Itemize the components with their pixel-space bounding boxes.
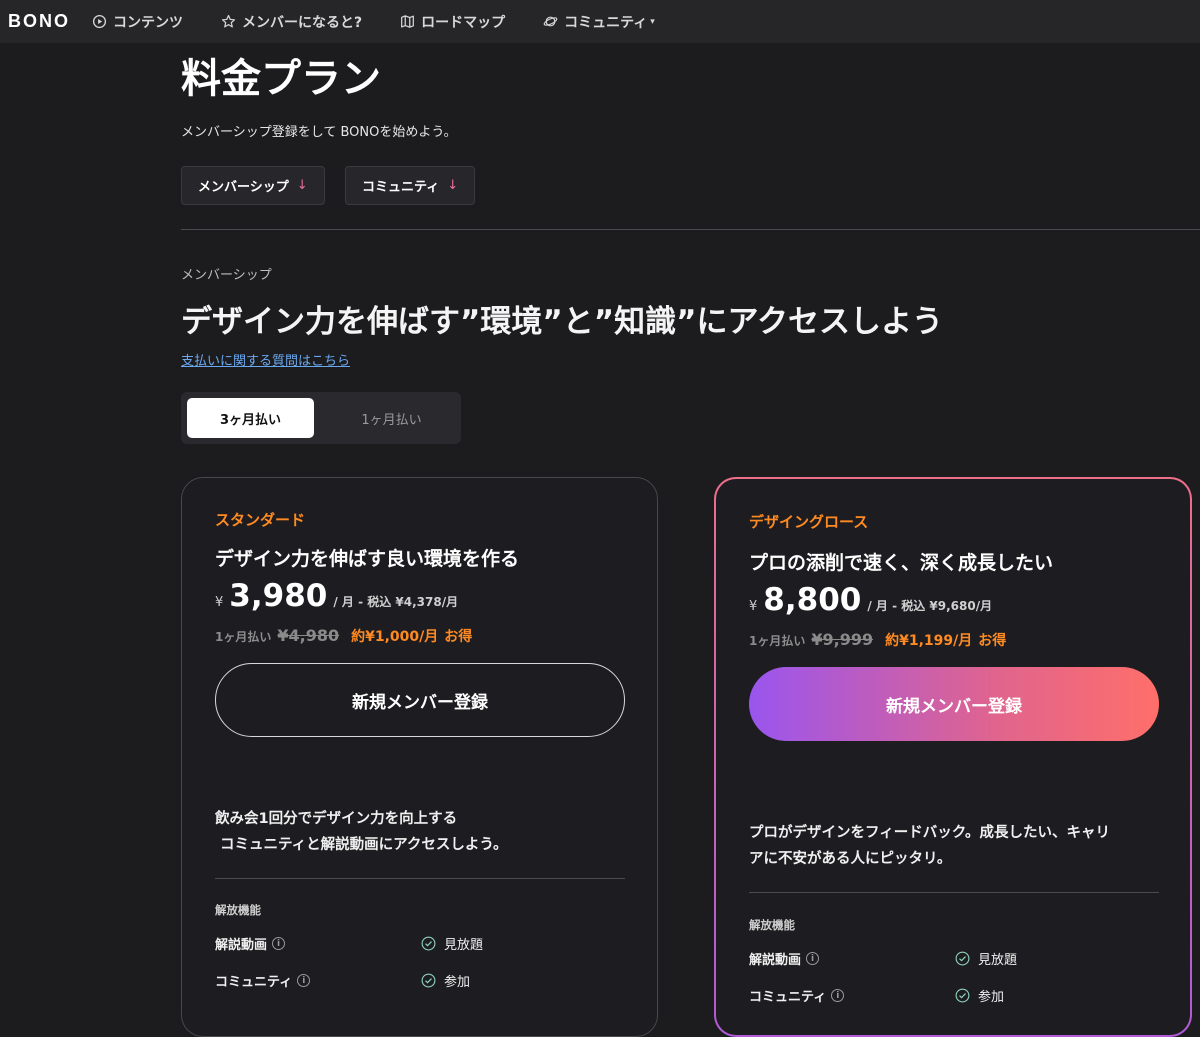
plan-name: デザイングロース <box>749 513 869 531</box>
check-circle-icon <box>955 951 970 966</box>
info-icon[interactable]: i <box>831 989 845 1002</box>
feature-name: コミュニティ <box>749 990 827 1005</box>
currency-symbol: ¥ <box>749 599 758 614</box>
plan-description: プロがデザインをフィードバック。成長したい、キャリ アに不安がある人にピッタリ。 <box>749 820 1169 872</box>
plan-tagline: プロの添削で速く、深く成長したい <box>749 552 1054 574</box>
page-subtitle: メンバーシップ登録をして BONOを始めよう。 <box>181 125 457 140</box>
price-amount: 3,980 <box>229 578 328 614</box>
nav-label: ロードマップ <box>421 14 506 31</box>
jump-membership-button[interactable]: メンバーシップ ↓ <box>181 166 325 205</box>
plan-price: ¥ 8,800 / 月 - 税込 ¥9,680/月 <box>749 582 992 618</box>
check-circle-icon <box>421 973 436 988</box>
compare-old-price: ¥4,980 <box>277 626 340 645</box>
jump-label: コミュニティ <box>362 180 440 195</box>
info-icon[interactable]: i <box>806 952 820 965</box>
feature-value: 参加 <box>444 975 471 990</box>
jump-label: メンバーシップ <box>198 180 289 195</box>
signup-button-standard[interactable]: 新規メンバー登録 <box>215 663 625 737</box>
top-nav: BONO コンテンツ メンバーになると? ロードマップ コミュニティ ▾ <box>0 0 1200 43</box>
plan-price: ¥ 3,980 / 月 - 税込 ¥4,378/月 <box>215 578 458 614</box>
plan-tagline: デザイン力を伸ばす良い環境を作る <box>215 548 520 570</box>
features-label: 解放機能 <box>215 903 261 917</box>
page-title: 料金プラン <box>181 56 381 102</box>
info-icon[interactable]: i <box>272 937 286 950</box>
check-circle-icon <box>421 936 436 951</box>
signup-button-design-growth[interactable]: 新規メンバー登録 <box>749 667 1159 741</box>
feature-row: コミュニティ i 参加 <box>749 986 1149 1008</box>
plan-card-design-growth: デザイングロース プロの添削で速く、深く成長したい ¥ 8,800 / 月 - … <box>714 477 1192 1037</box>
price-amount: 8,800 <box>763 582 862 618</box>
compare-label: 1ヶ月払い <box>215 630 272 644</box>
description-line: アに不安がある人にピッタリ。 <box>749 851 952 867</box>
arrow-down-icon: ↓ <box>447 178 459 193</box>
compare-label: 1ヶ月払い <box>749 634 806 648</box>
nav-item-membership-benefits[interactable]: メンバーになると? <box>221 12 362 32</box>
nav-label: コンテンツ <box>113 14 183 31</box>
price-compare: 1ヶ月払い ¥4,980 約¥1,000/月 お得 <box>215 626 472 646</box>
nav-item-contents[interactable]: コンテンツ <box>92 12 183 32</box>
bono-logo[interactable]: BONO <box>8 11 70 32</box>
nav-item-community[interactable]: コミュニティ ▾ <box>543 12 655 32</box>
description-line: プロがデザインをフィードバック。成長したい、キャリ <box>749 825 1111 841</box>
price-compare: 1ヶ月払い ¥9,999 約¥1,199/月 お得 <box>749 630 1006 650</box>
nav-label: メンバーになると? <box>242 14 363 31</box>
currency-symbol: ¥ <box>215 595 224 610</box>
nav-label: コミュニティ <box>564 14 648 31</box>
billing-option-3-months[interactable]: 3ヶ月払い <box>187 398 314 438</box>
plan-name: スタンダード <box>215 511 306 529</box>
map-icon <box>401 15 415 28</box>
play-circle-icon <box>92 14 107 29</box>
savings-amount: 約¥1,000/月 <box>351 629 439 645</box>
plan-card-standard: スタンダード デザイン力を伸ばす良い環境を作る ¥ 3,980 / 月 - 税込… <box>181 477 658 1037</box>
billing-period-toggle: 3ヶ月払い 1ヶ月払い <box>181 392 461 444</box>
check-circle-icon <box>955 988 970 1003</box>
feature-row: コミュニティ i 参加 <box>215 971 615 993</box>
price-per-month: / 月 - 税込 ¥9,680/月 <box>867 599 993 613</box>
chevron-down-icon: ▾ <box>650 16 655 27</box>
feature-value: 参加 <box>978 990 1005 1005</box>
section-headline: デザイン力を伸ばす”環境”と”知識”にアクセスしよう <box>181 304 943 340</box>
savings-amount: 約¥1,199/月 <box>885 633 973 649</box>
savings-suffix: お得 <box>978 633 1007 649</box>
section-label: メンバーシップ <box>181 268 272 283</box>
star-icon <box>221 14 236 28</box>
price-per-month: / 月 - 税込 ¥4,378/月 <box>333 595 459 609</box>
arrow-down-icon: ↓ <box>296 178 308 193</box>
feature-value: 見放題 <box>978 953 1018 968</box>
features-label: 解放機能 <box>749 918 795 932</box>
card-divider <box>749 892 1159 893</box>
feature-row: 解説動画 i 見放題 <box>215 934 615 956</box>
feature-name: 解説動画 <box>749 953 802 968</box>
feature-name: 解説動画 <box>215 938 268 953</box>
card-divider <box>215 878 625 879</box>
payment-faq-link[interactable]: 支払いに関する質問はこちら <box>181 350 350 369</box>
section-divider <box>181 229 1200 230</box>
description-line: 飲み会1回分でデザイン力を向上する <box>215 811 458 827</box>
description-line: コミュニティと解説動画にアクセスしよう。 <box>220 837 508 853</box>
feature-row: 解説動画 i 見放題 <box>749 949 1149 971</box>
feature-name: コミュニティ <box>215 975 293 990</box>
nav-item-roadmap[interactable]: ロードマップ <box>400 12 505 32</box>
info-icon[interactable]: i <box>297 974 311 987</box>
plan-description: 飲み会1回分でデザイン力を向上する コミュニティと解説動画にアクセスしよう。 <box>215 806 635 858</box>
savings-suffix: お得 <box>444 629 473 645</box>
compare-old-price: ¥9,999 <box>811 630 874 649</box>
feature-value: 見放題 <box>444 938 484 953</box>
planet-icon <box>543 16 558 27</box>
billing-option-1-month[interactable]: 1ヶ月払い <box>328 398 455 438</box>
jump-community-button[interactable]: コミュニティ ↓ <box>345 166 476 205</box>
